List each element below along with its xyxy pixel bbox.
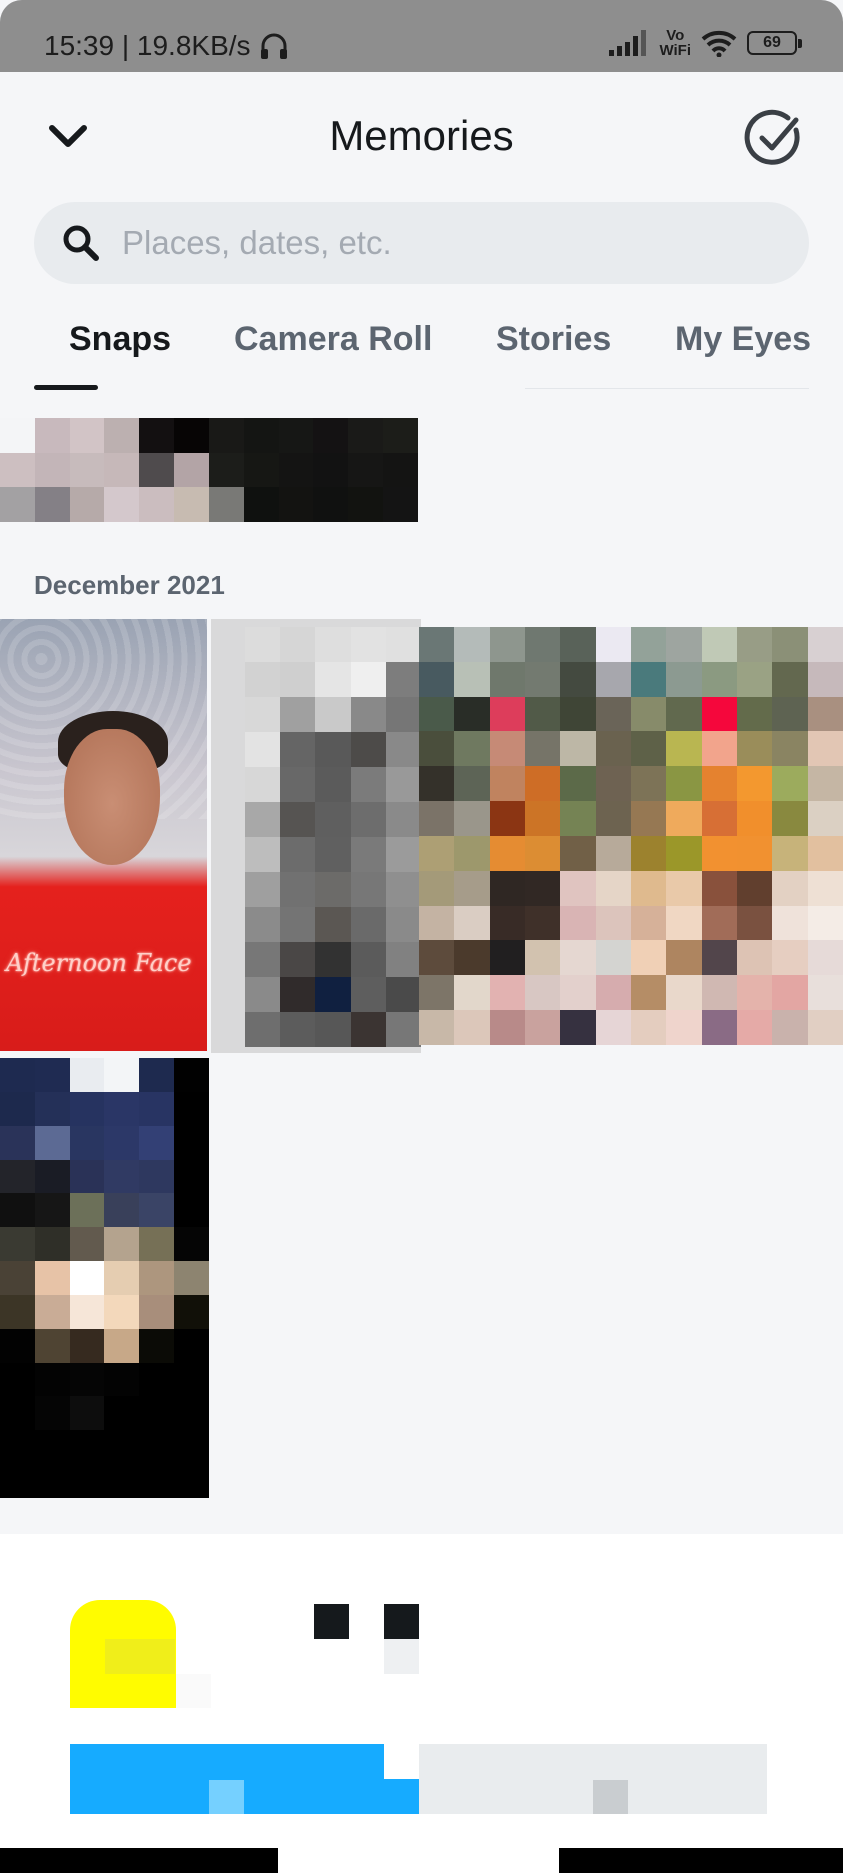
snap-thumbnail-dark[interactable]: [0, 1058, 209, 1498]
tab-divider: [525, 388, 809, 389]
vowifi-indicator: Vo WiFi: [659, 28, 691, 58]
active-tab-indicator: [34, 385, 98, 390]
pixel-light-2: [384, 1639, 419, 1674]
status-bar: 15:39 | 19.8KB/s Vo WiFi 69: [0, 0, 843, 72]
search-input[interactable]: Places, dates, etc.: [34, 202, 809, 284]
search-placeholder: Places, dates, etc.: [122, 224, 392, 261]
status-left: 15:39 | 19.8KB/s: [44, 30, 289, 62]
status-time-speed: 15:39 | 19.8KB/s: [44, 30, 251, 61]
section-label-month: December 2021: [34, 570, 225, 600]
status-right: Vo WiFi 69: [609, 28, 802, 58]
snap-thumbnail-building[interactable]: [211, 619, 421, 1053]
tab-snaps[interactable]: Snaps: [69, 320, 171, 359]
snap-thumbnail[interactable]: [0, 418, 418, 522]
wifi-icon: [701, 30, 737, 57]
headphones-icon: [260, 33, 287, 59]
header: Memories: [0, 72, 843, 202]
bottom-panel: [0, 1534, 843, 1873]
photo-face: [64, 729, 160, 865]
nav-bar-right: [559, 1848, 843, 1873]
vowifi-bottom: WiFi: [659, 42, 691, 59]
battery-level: 69: [763, 34, 781, 51]
pixel-grey: [593, 1780, 628, 1814]
select-button[interactable]: [744, 108, 804, 168]
tab-stories[interactable]: Stories: [496, 320, 611, 359]
pixel-dark-2: [384, 1604, 419, 1639]
page-title: Memories: [329, 112, 514, 159]
search-icon: [63, 225, 99, 261]
vowifi-top: Vo: [666, 27, 685, 44]
snap-thumbnail-portrait[interactable]: Afternoon Face: [0, 619, 207, 1051]
pixel-light: [176, 1674, 211, 1708]
pixel-lightblue: [209, 1780, 244, 1814]
tab-camera-roll[interactable]: Camera Roll: [234, 320, 432, 359]
check-circle-icon: [744, 109, 800, 165]
yellow-block-inner: [105, 1639, 175, 1674]
battery-icon: 69: [747, 31, 802, 55]
signal-icon: [609, 30, 647, 56]
nav-bar-left: [0, 1848, 278, 1873]
tab-bar: Snaps Camera Roll Stories My Eyes: [0, 310, 843, 390]
snap-thumbnail-colorful[interactable]: [419, 627, 843, 1045]
blue-bar: [70, 1744, 419, 1814]
photo-caption: Afternoon Face: [6, 949, 192, 977]
tab-my-eyes[interactable]: My Eyes: [675, 320, 811, 359]
pixel-dark-1: [314, 1604, 349, 1639]
